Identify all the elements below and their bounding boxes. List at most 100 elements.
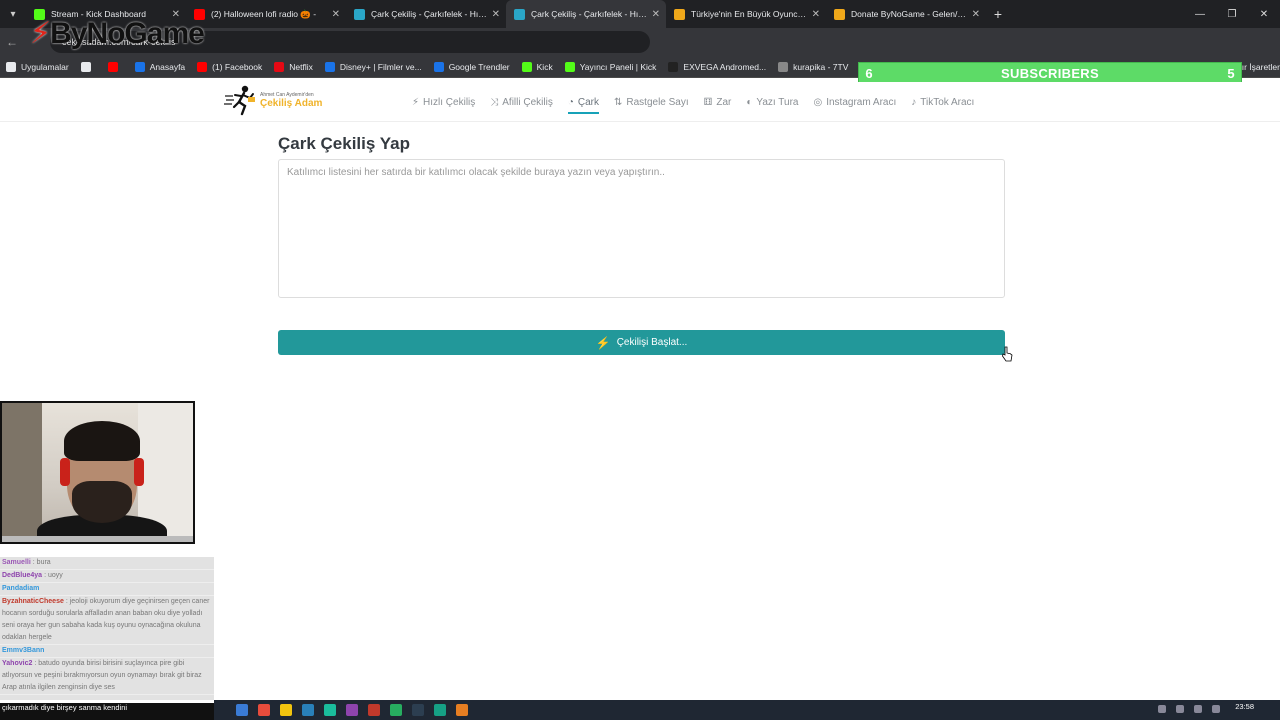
chat-message: Samuelli: bura xyxy=(0,557,214,570)
subscribers-right-count: 5 xyxy=(1227,65,1235,81)
bookmark-item[interactable]: (1) Facebook xyxy=(197,61,262,72)
system-tray xyxy=(1158,705,1220,713)
browser-tab[interactable]: Çark Çekiliş - Çarkıfelek - Hızlı Ç ✕ xyxy=(346,0,506,28)
nav-item[interactable]: ◐ Yazı Tura xyxy=(746,82,798,122)
site-navbar: Ahmet Can Aydemir'den Çekiliş Adam ⚡ Hızl… xyxy=(0,82,1280,122)
tab-title: Türkiye'nin En Büyük Oyuncu D xyxy=(691,9,808,19)
taskbar-app-icon[interactable] xyxy=(236,704,248,716)
bookmark-item[interactable]: Anasayfa xyxy=(134,61,185,72)
bookmark-icon xyxy=(433,61,444,72)
nav-item[interactable]: ⚅ Zar xyxy=(704,82,732,122)
subscribers-label: SUBSCRIBERS xyxy=(1001,65,1099,81)
chat-username: Pandadiam xyxy=(2,585,40,592)
tab-close-icon[interactable]: ✕ xyxy=(492,9,500,20)
tab-title: (2) Halloween lofi radio 🎃 - xyxy=(211,8,317,19)
chat-username: Samuelli xyxy=(2,559,31,566)
bookmark-item[interactable]: Disney+ | Filmler ve... xyxy=(324,61,422,72)
chat-bottom-line: çıkarmadık diye birşey sanma kendini xyxy=(0,703,240,720)
bookmark-item[interactable]: kurapika - 7TV xyxy=(778,61,849,72)
stream-logo-overlay: ⚡ByNoGame xyxy=(30,16,205,51)
nav-item[interactable]: ⇅ Rastgele Sayı xyxy=(614,82,689,122)
bookmark-item[interactable] xyxy=(80,61,96,72)
tab-close-icon[interactable]: ✕ xyxy=(332,9,340,20)
bookmark-item[interactable]: Kick xyxy=(521,61,553,72)
chat-text: : uoyy xyxy=(44,572,63,579)
nav-item[interactable]: ⤨ Afilli Çekiliş xyxy=(490,82,553,122)
bookmark-label: Kick xyxy=(536,61,553,72)
tab-favicon xyxy=(834,8,845,20)
bookmark-item[interactable]: Netflix xyxy=(274,61,313,72)
taskbar-app-icon[interactable] xyxy=(434,704,446,716)
site-logo[interactable]: Ahmet Can Aydemir'den Çekiliş Adam xyxy=(224,83,322,117)
bookmark-icon xyxy=(274,61,285,72)
taskbar-app-icon[interactable] xyxy=(390,704,402,716)
bookmark-icon xyxy=(6,61,16,72)
overlay-logo-text: ByNoGame xyxy=(50,17,205,50)
bookmark-label: kurapika - 7TV xyxy=(793,61,849,72)
nav-item[interactable]: ◎ Instagram Aracı xyxy=(813,82,896,122)
taskbar-clock: 23:58 xyxy=(1235,702,1254,711)
back-icon[interactable]: ← xyxy=(0,35,24,49)
chat-message: Yahovic2: batudo oyunda birisi birisini … xyxy=(0,658,214,695)
nav-item-label: Afilli Çekiliş xyxy=(502,96,553,108)
bookmark-item[interactable]: Google Trendler xyxy=(433,61,510,72)
nav-item[interactable]: ◔ Çark xyxy=(567,82,600,122)
taskbar-app-icon[interactable] xyxy=(302,704,314,716)
taskbar-app-icon[interactable] xyxy=(280,704,292,716)
tab-close-icon[interactable]: ✕ xyxy=(812,9,820,20)
bookmark-label: EXVEGA Andromed... xyxy=(683,61,767,72)
chat-message: ByzahnaticCheese: jeoloji okuyorum diye … xyxy=(0,596,214,645)
bookmark-item[interactable]: EXVEGA Andromed... xyxy=(668,61,767,72)
bolt-icon: ⚡ xyxy=(412,96,420,108)
taskbar-app-icon[interactable] xyxy=(346,704,358,716)
running-man-icon xyxy=(224,85,255,116)
close-window-icon[interactable]: ✕ xyxy=(1248,0,1280,28)
shuffle-icon: ⤨ xyxy=(490,96,499,108)
tab-favicon xyxy=(514,8,525,20)
taskbar-app-icon[interactable] xyxy=(258,704,270,716)
tab-close-icon[interactable]: ✕ xyxy=(652,9,660,20)
tab-title: Çark Çekiliş - Çarkıfelek - Hızlı Ç xyxy=(371,9,488,19)
chat-username: Emmv3Bann xyxy=(2,647,45,654)
browser-tab[interactable]: (2) Halloween lofi radio 🎃 - ✕ xyxy=(186,0,346,28)
hand-cursor-icon xyxy=(1002,346,1013,362)
tab-search-dropdown-icon[interactable]: ▾ xyxy=(0,0,26,28)
taskbar-app-icon[interactable] xyxy=(412,704,424,716)
webcam-overlay xyxy=(0,401,195,544)
browser-tab[interactable]: Çark Çekiliş - Çarkıfelek - Hızlı Ç ✕ xyxy=(506,0,666,28)
bookmark-icon xyxy=(197,61,208,72)
chat-message: Pandadiam xyxy=(0,583,214,596)
start-draw-button[interactable]: ⚡ Çekilişi Başlat... xyxy=(278,330,1005,355)
taskbar-app-icon[interactable] xyxy=(368,704,380,716)
bookmark-item[interactable] xyxy=(107,61,123,72)
bookmark-other[interactable]: ır İşaretler xyxy=(1242,62,1280,72)
chat-username: DedBlue4ya xyxy=(2,572,43,579)
sort-numeric-icon: ⇅ xyxy=(614,96,623,108)
browser-tab[interactable]: Türkiye'nin En Büyük Oyuncu D ✕ xyxy=(666,0,826,28)
nav-item-label: Rastgele Sayı xyxy=(626,96,689,108)
bookmark-label: Yayıncı Paneli | Kick xyxy=(579,61,657,72)
tab-close-icon[interactable]: ✕ xyxy=(972,9,980,20)
nav-item[interactable]: ⚡ Hızlı Çekiliş xyxy=(412,82,475,122)
bookmark-item[interactable]: Yayıncı Paneli | Kick xyxy=(564,61,657,72)
bookmark-label: Google Trendler xyxy=(448,61,510,72)
brand-subtitle: Ahmet Can Aydemir'den xyxy=(260,91,314,98)
bookmark-icon xyxy=(107,61,118,72)
taskbar-app-icon[interactable] xyxy=(324,704,336,716)
bookmark-icon xyxy=(668,61,679,72)
bookmark-item[interactable]: Uygulamalar xyxy=(6,61,69,72)
start-draw-label: Çekilişi Başlat... xyxy=(616,337,688,348)
minimize-icon[interactable]: — xyxy=(1184,0,1216,28)
nav-item-label: Instagram Aracı xyxy=(826,96,897,108)
subscribers-overlay: 6 SUBSCRIBERS 5 xyxy=(858,62,1242,84)
nav-item-label: Yazı Tura xyxy=(756,96,799,108)
participants-textarea[interactable] xyxy=(278,159,1005,298)
bookmark-icon xyxy=(134,61,145,72)
tiktok-icon: ♪ xyxy=(911,96,917,108)
restore-icon[interactable]: ❐ xyxy=(1216,0,1248,28)
nav-item[interactable]: ♪ TikTok Aracı xyxy=(911,82,974,122)
window-controls: — ❐ ✕ xyxy=(1184,0,1280,28)
new-tab-button[interactable]: + xyxy=(986,6,1010,22)
browser-tab[interactable]: Donate ByNoGame - Gelen/Gid ✕ xyxy=(826,0,986,28)
taskbar-app-icon[interactable] xyxy=(456,704,468,716)
